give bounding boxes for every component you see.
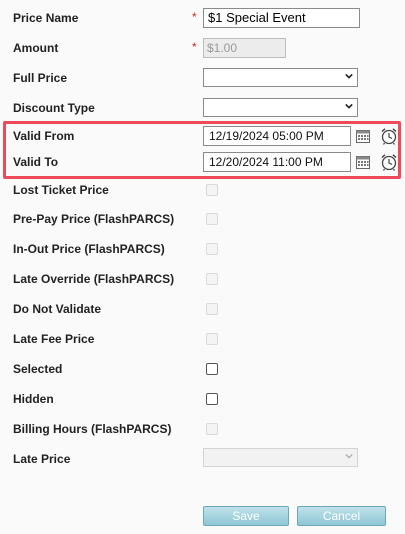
amount-row: Amount * $1.00 xyxy=(0,33,405,63)
amount-input: $1.00 xyxy=(203,38,286,58)
do-not-validate-checkbox xyxy=(206,303,218,315)
lost-ticket-price-checkbox xyxy=(206,184,218,196)
full-price-row: Full Price xyxy=(0,63,405,93)
required-asterisk: * xyxy=(192,10,197,24)
calendar-icon[interactable] xyxy=(356,156,370,169)
cancel-button[interactable]: Cancel xyxy=(297,506,386,526)
calendar-icon[interactable] xyxy=(356,130,370,143)
alarm-clock-icon[interactable] xyxy=(380,153,398,171)
selected-checkbox[interactable] xyxy=(206,363,218,375)
late-fee-price-label: Late Fee Price xyxy=(13,332,95,346)
pre-pay-price-checkbox xyxy=(206,213,218,225)
pre-pay-price-row: Pre-Pay Price (FlashPARCS) xyxy=(0,204,405,234)
late-price-label: Late Price xyxy=(13,452,71,466)
late-price-select xyxy=(203,448,358,467)
do-not-validate-row: Do Not Validate xyxy=(0,294,405,324)
selected-label: Selected xyxy=(13,362,63,376)
lost-ticket-price-label: Lost Ticket Price xyxy=(13,183,109,197)
in-out-price-row: In-Out Price (FlashPARCS) xyxy=(0,234,405,264)
billing-hours-row: Billing Hours (FlashPARCS) xyxy=(0,414,405,444)
valid-from-input[interactable]: 12/19/2024 05:00 PM xyxy=(203,126,351,146)
alarm-clock-icon[interactable] xyxy=(380,127,398,145)
in-out-price-checkbox xyxy=(206,243,218,255)
hidden-row: Hidden xyxy=(0,384,405,414)
discount-type-label: Discount Type xyxy=(13,101,95,115)
full-price-label: Full Price xyxy=(13,71,68,85)
late-fee-price-checkbox xyxy=(206,333,218,345)
save-button[interactable]: Save xyxy=(203,506,289,526)
billing-hours-checkbox xyxy=(206,423,218,435)
valid-to-input[interactable]: 12/20/2024 11:00 PM xyxy=(203,152,351,172)
pre-pay-price-label: Pre-Pay Price (FlashPARCS) xyxy=(13,212,175,226)
discount-type-select[interactable] xyxy=(203,98,358,117)
chevron-down-icon xyxy=(345,453,353,459)
hidden-label: Hidden xyxy=(13,392,54,406)
valid-from-label: Valid From xyxy=(13,129,75,143)
chevron-down-icon xyxy=(345,73,353,79)
lost-ticket-price-row: Lost Ticket Price xyxy=(0,175,405,205)
price-name-row: Price Name * $1 Special Event xyxy=(0,3,405,33)
price-name-input[interactable]: $1 Special Event xyxy=(203,8,360,28)
amount-label: Amount xyxy=(13,41,59,55)
late-override-row: Late Override (FlashPARCS) xyxy=(0,264,405,294)
price-name-label: Price Name xyxy=(13,11,79,25)
valid-to-label: Valid To xyxy=(13,155,59,169)
discount-type-row: Discount Type xyxy=(0,93,405,123)
in-out-price-label: In-Out Price (FlashPARCS) xyxy=(13,242,165,256)
billing-hours-label: Billing Hours (FlashPARCS) xyxy=(13,422,172,436)
full-price-select[interactable] xyxy=(203,68,358,87)
late-fee-price-row: Late Fee Price xyxy=(0,324,405,354)
valid-to-row: Valid To 12/20/2024 11:00 PM xyxy=(0,147,405,177)
late-price-row: Late Price xyxy=(0,444,405,474)
selected-row: Selected xyxy=(0,354,405,384)
do-not-validate-label: Do Not Validate xyxy=(13,302,102,316)
hidden-checkbox[interactable] xyxy=(206,393,218,405)
required-asterisk: * xyxy=(192,40,197,54)
late-override-checkbox xyxy=(206,273,218,285)
chevron-down-icon xyxy=(345,103,353,109)
late-override-label: Late Override (FlashPARCS) xyxy=(13,272,175,286)
